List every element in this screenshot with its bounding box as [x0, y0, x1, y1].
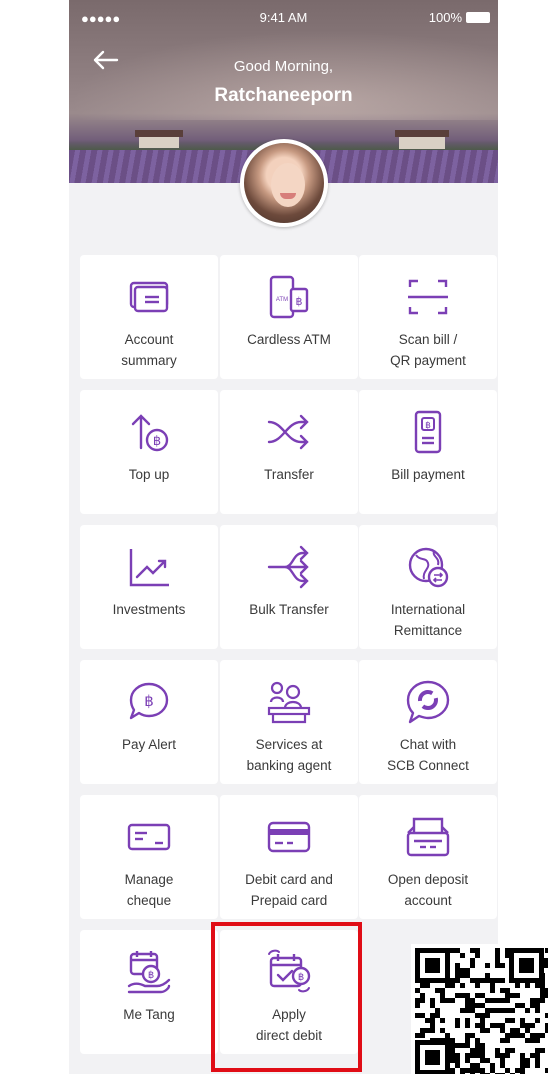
tile-label-line: Manage — [124, 872, 174, 887]
atm-text: ATM — [276, 297, 288, 303]
tile-label: Services at banking agent — [226, 734, 352, 776]
greeting-text: Good Morning, — [233, 58, 334, 75]
tile-label-line: Chat with — [399, 737, 457, 752]
international-remittance-icon — [404, 543, 452, 591]
tile-me-tang[interactable]: ฿ Me Tang — [80, 930, 218, 1054]
bill-payment-icon: ฿ — [404, 408, 452, 456]
avatar[interactable] — [240, 139, 328, 227]
tile-label: Top up — [86, 464, 212, 485]
tile-label-line: Remittance — [393, 623, 463, 638]
svg-text:฿: ฿ — [296, 295, 303, 308]
tile-bulk-transfer[interactable]: Bulk Transfer — [220, 525, 358, 649]
tile-label-line: Services at — [255, 737, 323, 752]
tile-debit-card[interactable]: Debit card and Prepaid card — [220, 795, 358, 919]
tile-label: Me Tang — [86, 1004, 212, 1025]
svg-text:฿: ฿ — [144, 692, 154, 710]
tile-label-line: cheque — [126, 893, 172, 908]
pay-alert-icon: ฿ — [125, 678, 173, 726]
tile-label-line: summary — [121, 353, 177, 368]
tile-label-line: Open deposit — [387, 872, 469, 887]
tile-label: Pay Alert — [86, 734, 212, 755]
tile-label: International Remittance — [365, 599, 491, 641]
top-up-icon: ฿ — [125, 408, 173, 456]
tile-label: Scan bill / QR payment — [365, 329, 491, 371]
farmhouse-right — [399, 136, 445, 149]
tile-label-line: banking agent — [246, 758, 332, 773]
tile-deposit-account[interactable]: Open deposit account — [359, 795, 497, 919]
user-name: Ratchaneeporn — [214, 85, 353, 106]
battery-percent: 100% — [428, 10, 462, 25]
me-tang-icon: ฿ — [125, 948, 173, 996]
highlight-box — [211, 922, 362, 1072]
tile-top-up[interactable]: ฿ Top up — [80, 390, 218, 514]
tile-label-line: SCB Connect — [387, 758, 469, 773]
chat-icon — [404, 678, 452, 726]
svg-text:฿: ฿ — [153, 434, 161, 449]
tile-label-line: Bulk Transfer — [249, 602, 329, 617]
tile-scan-qr[interactable]: Scan bill / QR payment — [359, 255, 497, 379]
tile-label: Cardless ATM — [226, 329, 352, 350]
tile-label-line: Scan bill / — [398, 332, 458, 347]
tile-label: Debit card and Prepaid card — [226, 869, 352, 911]
farmhouse-left — [139, 136, 179, 148]
tile-label-line: Me Tang — [123, 1007, 175, 1022]
tile-label: Investments — [86, 599, 212, 620]
tile-account-summary[interactable]: Account summary — [80, 255, 218, 379]
tile-label: Bill payment — [365, 464, 491, 485]
tile-label: Open deposit account — [365, 869, 491, 911]
tile-international-remittance[interactable]: International Remittance — [359, 525, 497, 649]
tile-label: Manage cheque — [86, 869, 212, 911]
qr-code-icon — [411, 944, 548, 1074]
tile-label: Chat with SCB Connect — [365, 734, 491, 776]
status-bar: ●●●●● 9:41 AM 100% — [69, 8, 498, 26]
tile-label-line: account — [404, 893, 452, 908]
tile-label-line: International — [390, 602, 466, 617]
investments-icon — [125, 543, 173, 591]
debit-card-icon — [265, 813, 313, 861]
transfer-icon — [265, 408, 313, 456]
battery-icon — [466, 12, 490, 23]
bulk-transfer-icon — [265, 543, 313, 591]
tile-label-line: Account — [124, 332, 174, 347]
tile-bill-payment[interactable]: ฿ Bill payment — [359, 390, 497, 514]
tile-cheque[interactable]: Manage cheque — [80, 795, 218, 919]
avatar-face — [271, 163, 305, 207]
farmhouse-right-roof — [395, 130, 449, 137]
tile-label-line: Transfer — [264, 467, 314, 482]
scan-qr-icon — [404, 273, 452, 321]
cheque-icon — [125, 813, 173, 861]
tile-label-line: Bill payment — [391, 467, 465, 482]
tile-label-line: Pay Alert — [121, 737, 177, 752]
cardless-atm-icon: ATM ฿ — [265, 273, 313, 321]
phone-screen: ●●●●● 9:41 AM 100% Good Morning, Ratchan… — [69, 0, 498, 1074]
tile-label: Bulk Transfer — [226, 599, 352, 620]
account-summary-icon — [125, 273, 173, 321]
tile-label-line: Top up — [128, 467, 170, 482]
banking-agent-icon — [265, 678, 313, 726]
tile-label-line: Investments — [112, 602, 186, 617]
tile-label-line: Debit card and — [245, 872, 333, 887]
deposit-account-icon — [404, 813, 452, 861]
tile-label: Account summary — [86, 329, 212, 371]
tile-label-line: Prepaid card — [250, 893, 328, 908]
tile-investments[interactable]: Investments — [80, 525, 218, 649]
tile-cardless-atm[interactable]: ATM ฿ Cardless ATM — [220, 255, 358, 379]
tile-pay-alert[interactable]: ฿ Pay Alert — [80, 660, 218, 784]
tile-chat[interactable]: Chat with SCB Connect — [359, 660, 497, 784]
tile-label-line: Cardless ATM — [247, 332, 331, 347]
tile-transfer[interactable]: Transfer — [220, 390, 358, 514]
farmhouse-left-roof — [135, 130, 183, 137]
tile-banking-agent[interactable]: Services at banking agent — [220, 660, 358, 784]
tile-label: Transfer — [226, 464, 352, 485]
svg-text:฿: ฿ — [425, 421, 431, 431]
tile-label-line: QR payment — [390, 353, 466, 368]
svg-text:฿: ฿ — [148, 970, 154, 981]
